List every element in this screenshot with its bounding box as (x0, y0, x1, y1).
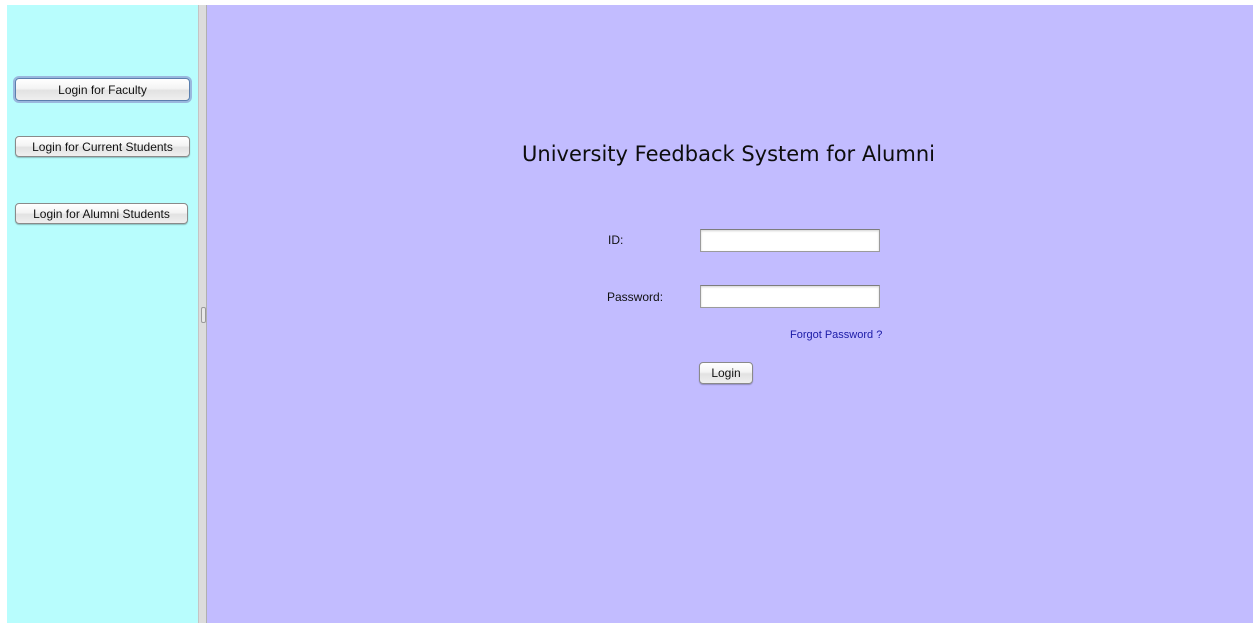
sidebar: Login for Faculty Login for Current Stud… (7, 5, 198, 623)
login-alumni-students-button[interactable]: Login for Alumni Students (15, 203, 188, 224)
split-pane-divider[interactable] (198, 5, 207, 623)
app-window: Login for Faculty Login for Current Stud… (7, 5, 1253, 623)
page-title: University Feedback System for Alumni (522, 142, 935, 166)
forgot-password-link[interactable]: Forgot Password ? (790, 329, 882, 341)
login-faculty-button[interactable]: Login for Faculty (15, 78, 190, 101)
divider-grip-handle[interactable] (201, 307, 206, 323)
login-current-students-button[interactable]: Login for Current Students (15, 136, 190, 157)
id-input[interactable] (700, 229, 880, 252)
id-label: ID: (608, 233, 624, 247)
login-button[interactable]: Login (699, 362, 753, 384)
password-label: Password: (607, 290, 664, 304)
main-panel: University Feedback System for Alumni ID… (207, 5, 1253, 623)
password-input[interactable] (700, 285, 880, 308)
